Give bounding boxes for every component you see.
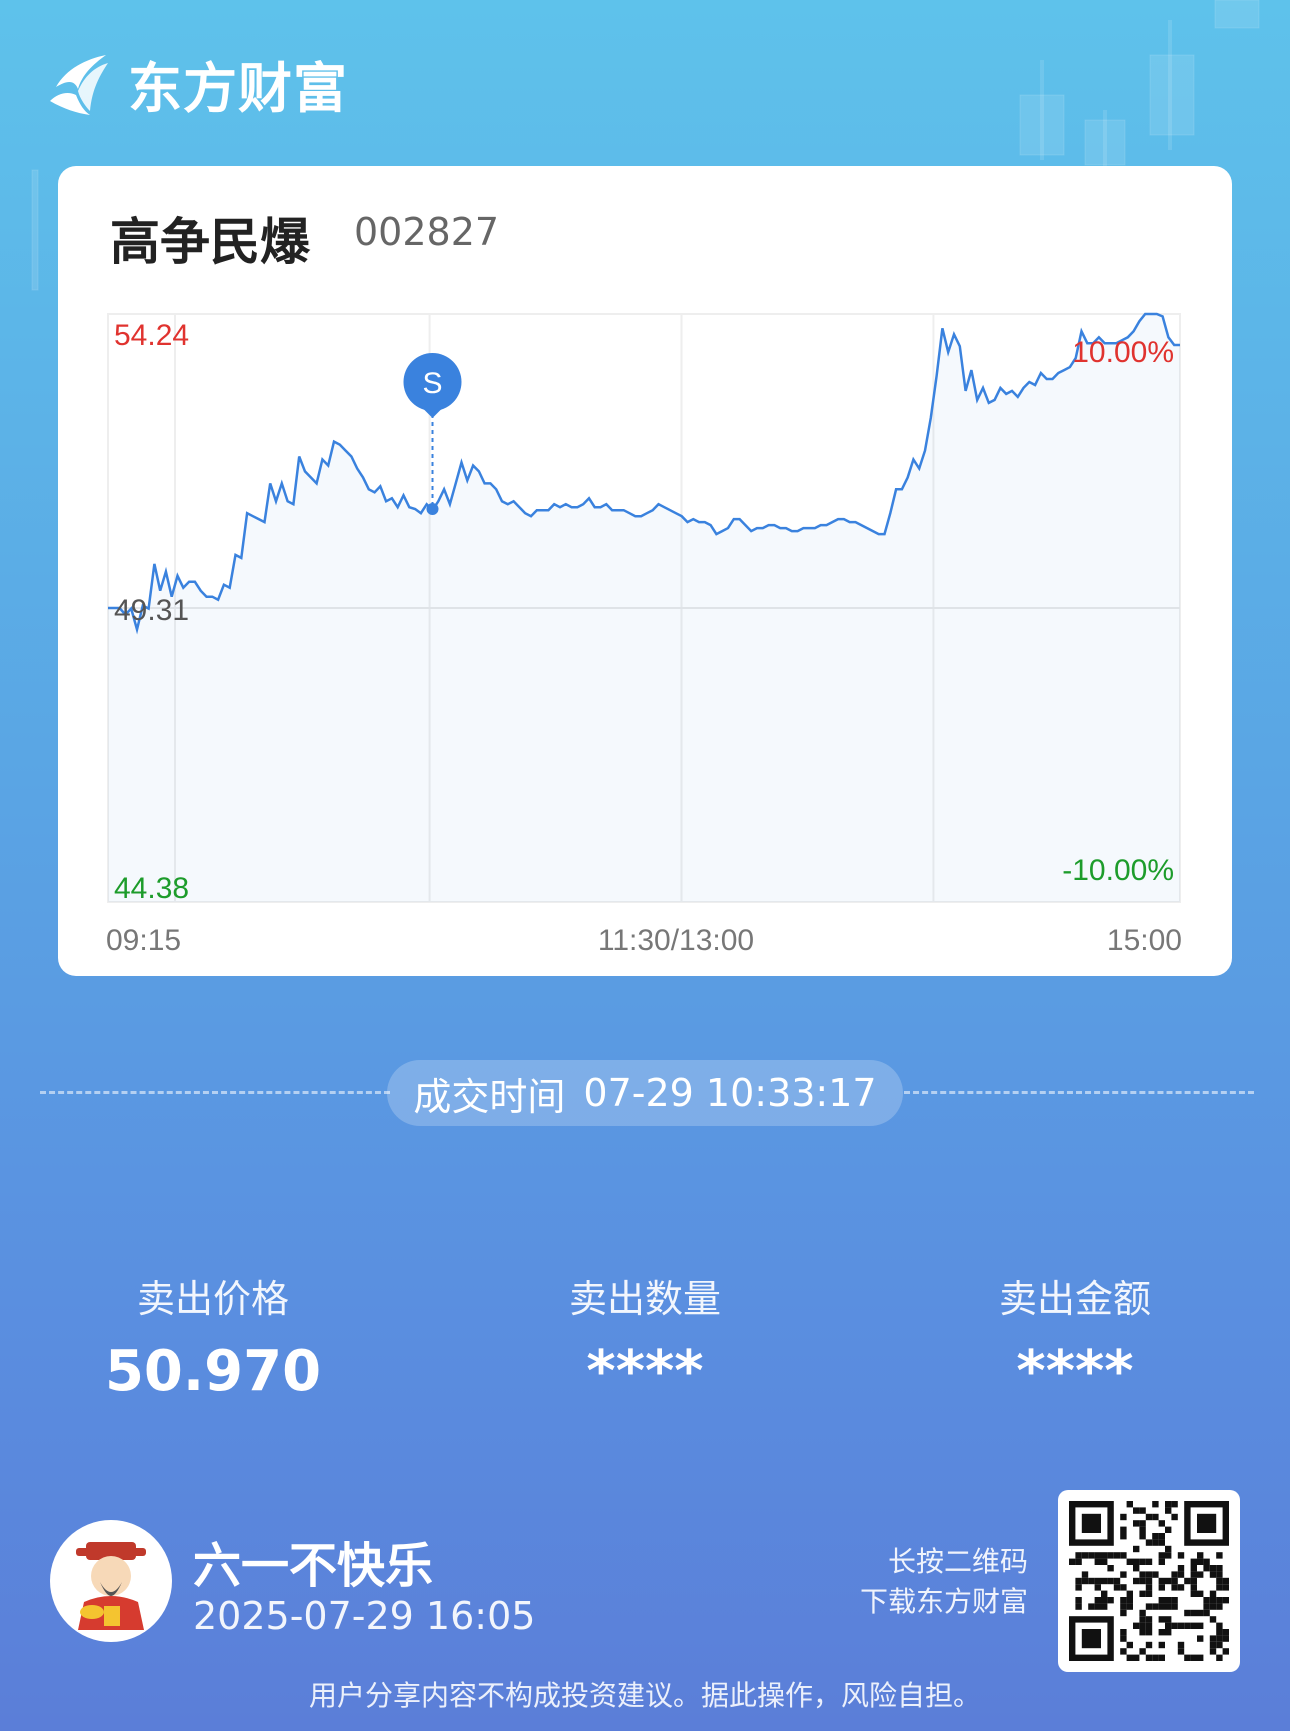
sell-amount-stat: 卖出金额 **** xyxy=(875,1268,1275,1404)
qr-hint-line2: 下载东方财富 xyxy=(859,1585,1028,1618)
pct-label-high: 10.00% xyxy=(1072,336,1174,369)
brand-name: 东方财富 xyxy=(128,56,348,120)
user-avatar[interactable] xyxy=(50,1520,172,1642)
x-label-open: 09:15 xyxy=(106,924,181,957)
sell-amount-value: **** xyxy=(1016,1339,1134,1404)
stock-chart-card: 高争民爆 002827 S 54.24 49.31 44.38 10.00% -… xyxy=(58,166,1232,976)
qr-hint: 长按二维码 下载东方财富 xyxy=(820,1542,1028,1622)
sell-quantity-stat: 卖出数量 **** xyxy=(445,1268,845,1404)
eastmoney-logo-icon xyxy=(50,55,108,115)
y-label-low: 44.38 xyxy=(114,872,189,905)
marker-label: S xyxy=(422,367,442,400)
divider-right xyxy=(904,1091,1254,1094)
trade-time-pill: 成交时间 07-29 10:33:17 xyxy=(387,1060,903,1126)
y-label-base: 49.31 xyxy=(114,594,189,627)
x-label-close: 15:00 xyxy=(1107,924,1182,957)
trade-time-label: 成交时间 xyxy=(413,1074,566,1119)
trade-time-value: 07-29 10:33:17 xyxy=(583,1071,877,1115)
user-name: 六一不快乐 xyxy=(193,1538,434,1594)
sell-quantity-value: **** xyxy=(586,1339,704,1404)
divider-left xyxy=(40,1091,390,1094)
marker-dot xyxy=(426,503,439,516)
sell-quantity-label: 卖出数量 xyxy=(568,1277,721,1321)
sell-price-label: 卖出价格 xyxy=(136,1277,289,1321)
x-label-midday: 11:30/13:00 xyxy=(598,924,754,957)
disclaimer: 用户分享内容不构成投资建议。据此操作，风险自担。 xyxy=(308,1679,981,1712)
fortune-god-avatar-icon xyxy=(76,1542,146,1630)
price-area-fill xyxy=(108,314,1180,902)
share-time: 2025-07-29 16:05 xyxy=(193,1594,536,1638)
y-label-high: 54.24 xyxy=(114,319,189,352)
qr-code-icon xyxy=(1069,1501,1229,1661)
sell-amount-label: 卖出金额 xyxy=(998,1277,1151,1321)
brand-logo: 东方财富 xyxy=(48,48,348,120)
qr-hint-line1: 长按二维码 xyxy=(887,1545,1028,1578)
sell-price-stat: 卖出价格 50.970 xyxy=(13,1268,413,1404)
intraday-price-chart: S 54.24 49.31 44.38 10.00% -10.00% 09:15… xyxy=(106,312,1182,957)
download-qr-code[interactable] xyxy=(1058,1490,1240,1672)
sell-price-value: 50.970 xyxy=(104,1339,322,1404)
pct-label-low: -10.00% xyxy=(1062,854,1174,887)
